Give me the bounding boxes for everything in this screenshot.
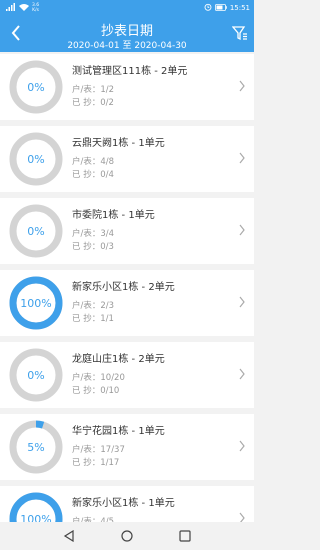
square-recents-icon [179, 530, 191, 542]
battery-icon [214, 3, 227, 13]
read-label: 已 抄： [72, 170, 101, 180]
back-button[interactable] [6, 22, 26, 44]
page-title: 抄表日期 [100, 24, 153, 39]
chevron-right-icon [239, 368, 245, 380]
meters-count: 户/表：1/2 [72, 83, 114, 95]
chevron-right-icon [239, 512, 245, 522]
wifi-icon [19, 3, 29, 13]
read-label: 已 抄： [72, 242, 101, 252]
read-label: 已 抄： [72, 458, 101, 468]
meters-count: 户/表：2/3 [72, 299, 114, 311]
meters-label: 户/表： [72, 301, 101, 311]
chevron-right-icon [239, 440, 245, 452]
status-left: 3.6 K/s [6, 3, 39, 13]
meters-value: 10/20 [100, 373, 125, 383]
read-value: 0/4 [100, 170, 114, 180]
read-value: 0/3 [100, 242, 114, 252]
status-time: 15:51 [229, 4, 250, 12]
system-nav-bar [0, 522, 254, 550]
chevron-right-icon [239, 296, 245, 308]
meters-value: 4/8 [100, 157, 115, 167]
read-value: 0/10 [100, 386, 120, 396]
progress-percent: 100% [20, 296, 52, 310]
progress-percent: 0% [27, 224, 45, 238]
status-right: 15:51 [204, 3, 250, 13]
building-card[interactable]: 0% 测试管理区111栋 - 2单元 户/表：1/2 已 抄：0/2 [0, 54, 254, 120]
meters-count: 户/表：4/8 [72, 155, 114, 167]
building-list: 0% 测试管理区111栋 - 2单元 户/表：1/2 已 抄：0/2 0% 云鼎天阙1栋 … [0, 52, 254, 522]
triangle-back-icon [63, 530, 74, 542]
building-name: 云鼎天阙1栋 - 1单元 [72, 138, 165, 149]
network-speed-unit: K/s [32, 8, 39, 13]
meters-label: 户/表： [72, 373, 101, 383]
app-header: 抄表日期 2020-04-01 至 2020-04-30 [0, 16, 254, 52]
meters-label: 户/表： [72, 85, 101, 95]
nav-home-button[interactable] [115, 524, 139, 548]
nav-recents-button[interactable] [173, 524, 197, 548]
meters-label: 户/表： [72, 445, 101, 455]
chevron-right-icon [239, 224, 245, 236]
read-label: 已 抄： [72, 98, 101, 108]
meters-count: 户/表：4/5 [72, 515, 114, 522]
meters-value: 2/3 [100, 301, 115, 311]
meters-count: 户/表：10/20 [72, 371, 125, 383]
building-name: 新家乐小区1栋 - 1单元 [72, 498, 175, 509]
progress-percent: 0% [27, 368, 45, 382]
meters-label: 户/表： [72, 229, 101, 239]
read-count: 已 抄：0/2 [72, 96, 114, 108]
building-card[interactable]: 0% 市委院1栋 - 1单元 户/表：3/4 已 抄：0/3 [0, 198, 254, 264]
read-count: 已 抄：0/10 [72, 384, 119, 396]
chevron-right-icon [239, 80, 245, 92]
progress-percent: 100% [20, 512, 52, 523]
meters-label: 户/表： [72, 157, 101, 167]
progress-percent: 0% [27, 80, 45, 94]
building-card[interactable]: 0% 云鼎天阙1栋 - 1单元 户/表：4/8 已 抄：0/4 [0, 126, 254, 192]
filter-icon [232, 26, 247, 41]
read-value: 1/17 [100, 458, 120, 468]
building-name: 市委院1栋 - 1单元 [72, 210, 155, 221]
progress-percent: 5% [27, 440, 45, 454]
building-name: 测试管理区111栋 - 2单元 [72, 66, 188, 77]
progress-percent: 0% [27, 152, 45, 166]
read-value: 1/1 [100, 314, 114, 324]
date-range[interactable]: 2020-04-01 至 2020-04-30 [30, 38, 224, 51]
building-card[interactable]: 100% 新家乐小区1栋 - 2单元 户/表：2/3 已 抄：1/1 [0, 270, 254, 336]
building-card[interactable]: 100%新家乐小区1栋 - 1单元户/表：4/5已 抄： [0, 486, 254, 522]
building-card[interactable]: 0% 龙庭山庄1栋 - 2单元 户/表：10/20 已 抄：0/10 [0, 342, 254, 408]
building-card[interactable]: 5% 华宁花园1栋 - 1单元 户/表：17/37 已 抄：1/17 [0, 414, 254, 480]
meters-value: 1/2 [100, 85, 115, 95]
read-label: 已 抄： [72, 314, 101, 324]
chevron-left-icon [11, 25, 20, 41]
meters-count: 户/表：17/37 [72, 443, 125, 455]
filter-button[interactable] [230, 22, 250, 44]
chevron-right-icon [239, 152, 245, 164]
read-label: 已 抄： [72, 386, 101, 396]
nav-back-button[interactable] [57, 524, 81, 548]
meters-value: 17/37 [100, 445, 125, 455]
meters-count: 户/表：3/4 [72, 227, 114, 239]
building-name: 华宁花园1栋 - 1单元 [72, 426, 165, 437]
network-speed: 3.6 K/s [32, 3, 39, 13]
read-count: 已 抄：0/4 [72, 168, 114, 180]
alarm-icon [204, 3, 212, 13]
signal-icon [6, 3, 16, 13]
building-name: 新家乐小区1栋 - 2单元 [72, 282, 175, 293]
building-name: 龙庭山庄1栋 - 2单元 [72, 354, 165, 365]
circle-home-icon [121, 530, 133, 542]
meters-value: 3/4 [100, 229, 115, 239]
read-value: 0/2 [100, 98, 114, 108]
read-count: 已 抄：0/3 [72, 240, 114, 252]
read-count: 已 抄：1/1 [72, 312, 114, 324]
read-count: 已 抄：1/17 [72, 456, 119, 468]
status-bar: 3.6 K/s 15:51 [0, 0, 254, 16]
